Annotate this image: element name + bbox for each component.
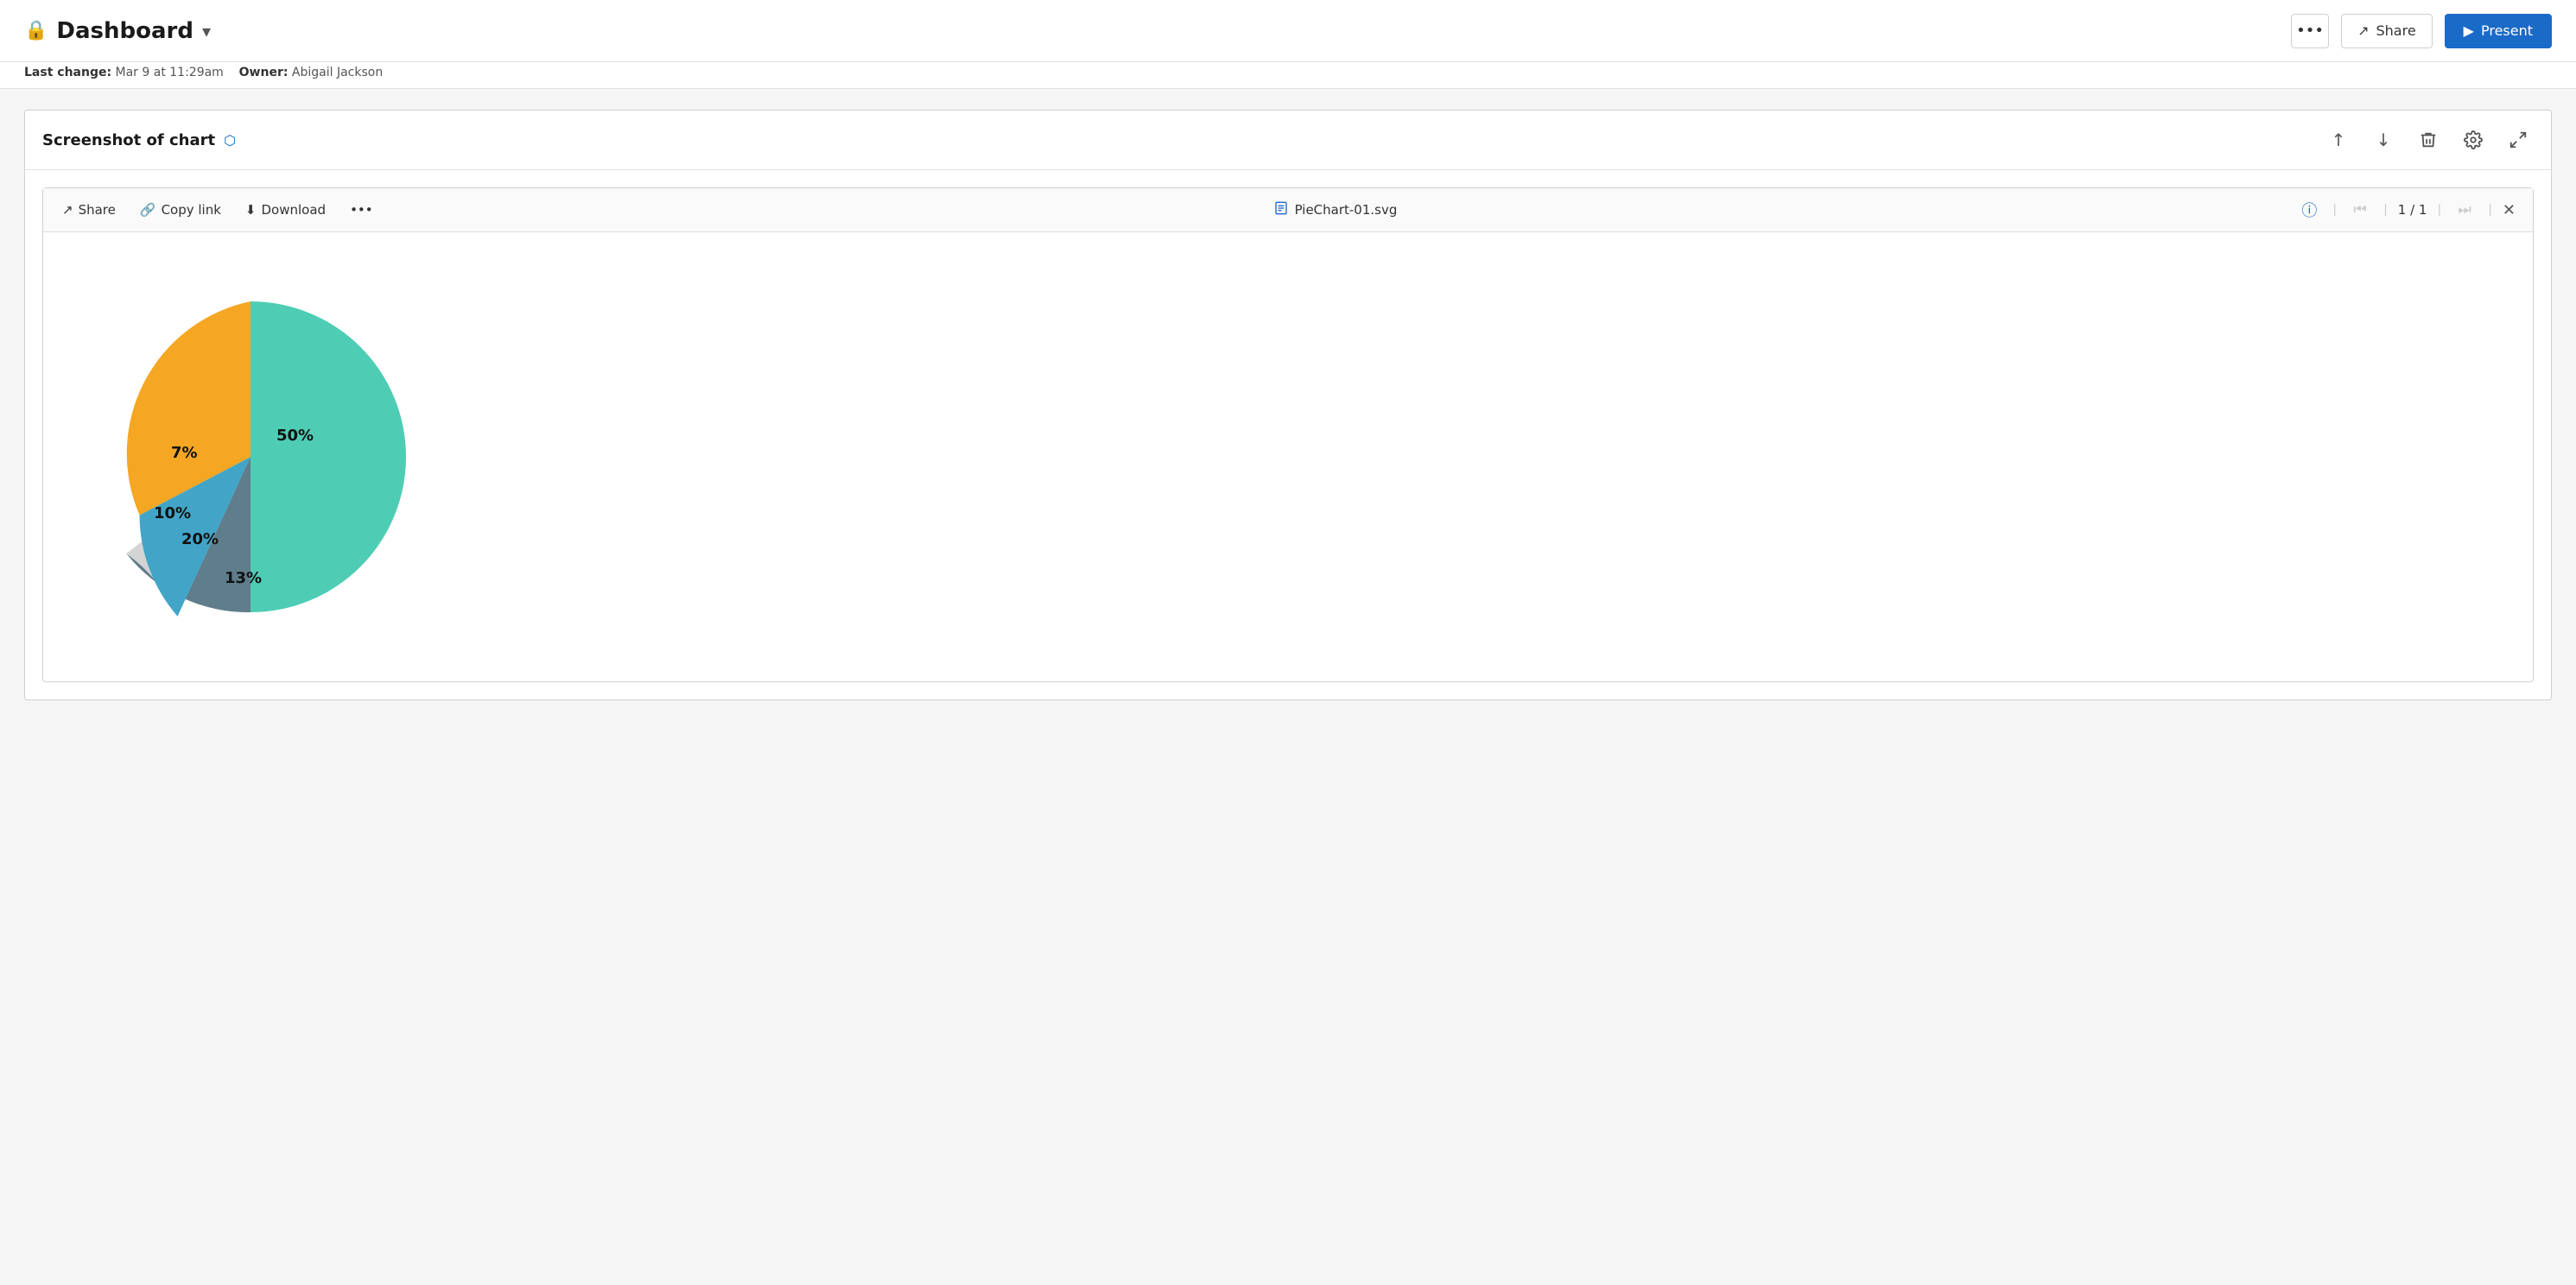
settings-button[interactable]	[2458, 124, 2489, 155]
first-page-button[interactable]: ⏮	[2347, 197, 2373, 223]
separator-3: |	[2435, 203, 2443, 217]
dashboard-title: Dashboard	[56, 18, 194, 44]
chart-panel-header: Screenshot of chart ⬡ ↑ ↓	[25, 111, 2551, 170]
last-change-value: Mar 9 at 11:29am	[116, 66, 224, 79]
separator-2: |	[2382, 203, 2389, 217]
chart-panel-title-text: Screenshot of chart	[42, 131, 215, 149]
owner-label: Owner:	[239, 66, 289, 79]
copy-link-label: Copy link	[162, 202, 221, 218]
last-page-button[interactable]: ⏭	[2452, 197, 2478, 223]
download-button[interactable]: ⬇ Download	[244, 199, 327, 221]
share-toolbar-icon: ↗	[62, 202, 73, 218]
chart-panel-actions: ↑ ↓	[2323, 124, 2534, 155]
expand-button[interactable]	[2503, 124, 2534, 155]
file-name: PieChart-01.svg	[1295, 202, 1398, 218]
move-up-button[interactable]: ↑	[2323, 124, 2354, 155]
page-current: 1	[2398, 202, 2407, 218]
file-viewer: ↗ Share 🔗 Copy link ⬇ Download •••	[42, 187, 2534, 682]
download-icon: ⬇	[245, 202, 257, 218]
chevron-down-icon[interactable]: ▾	[202, 21, 211, 41]
share-button[interactable]: ↗ Share	[2341, 14, 2433, 48]
main-content: Screenshot of chart ⬡ ↑ ↓	[0, 89, 2576, 721]
last-change-label: Last change:	[24, 66, 111, 79]
present-button[interactable]: ▶ Present	[2445, 14, 2552, 48]
play-icon: ▶	[2464, 22, 2474, 39]
more-toolbar-button[interactable]: •••	[348, 199, 375, 221]
download-label: Download	[262, 202, 327, 218]
present-label: Present	[2481, 22, 2533, 39]
pie-chart-container: 50% 20% 13% 10% 7%	[43, 232, 2533, 681]
file-type-icon	[1274, 201, 1288, 218]
chart-panel: Screenshot of chart ⬡ ↑ ↓	[24, 110, 2552, 700]
segment-50	[251, 301, 406, 612]
separator-1: |	[2331, 203, 2338, 217]
file-toolbar: ↗ Share 🔗 Copy link ⬇ Download •••	[43, 188, 2533, 232]
file-toolbar-right: ⓘ | ⏮ | 1 / 1 | ⏭ | ✕	[2296, 197, 2516, 223]
toolbar-share-button[interactable]: ↗ Share	[60, 199, 117, 221]
lock-icon: 🔒	[24, 20, 48, 41]
header-right: ••• ↗ Share ▶ Present	[2291, 14, 2552, 48]
link-icon: 🔗	[140, 202, 156, 218]
pie-chart-wrapper: 50% 20% 13% 10% 7%	[78, 275, 423, 638]
file-name-center: PieChart-01.svg	[375, 201, 2297, 218]
more-button[interactable]: •••	[2291, 14, 2329, 48]
move-down-button[interactable]: ↓	[2368, 124, 2399, 155]
info-button[interactable]: ⓘ	[2296, 197, 2322, 223]
subtitle-bar: Last change: Mar 9 at 11:29am Owner: Abi…	[0, 62, 2576, 89]
chart-panel-title: Screenshot of chart ⬡	[42, 131, 236, 149]
owner-value: Abigail Jackson	[292, 66, 383, 79]
top-header: 🔒 Dashboard ▾ ••• ↗ Share ▶ Present	[0, 0, 2576, 62]
close-viewer-button[interactable]: ✕	[2503, 201, 2516, 219]
pie-chart-svg	[78, 275, 423, 638]
header-left: 🔒 Dashboard ▾	[24, 18, 211, 44]
more-toolbar-icon: •••	[350, 202, 373, 218]
share-icon: ↗	[2357, 22, 2369, 39]
separator-4: |	[2486, 203, 2494, 217]
file-toolbar-left: ↗ Share 🔗 Copy link ⬇ Download •••	[60, 199, 375, 221]
delete-button[interactable]	[2413, 124, 2444, 155]
copy-link-button[interactable]: 🔗 Copy link	[138, 199, 223, 221]
external-link-icon[interactable]: ⬡	[224, 132, 236, 149]
toolbar-share-label: Share	[79, 202, 116, 218]
share-label: Share	[2376, 22, 2415, 39]
page-indicator: 1 / 1	[2398, 202, 2427, 218]
page-total: 1	[2419, 202, 2427, 218]
